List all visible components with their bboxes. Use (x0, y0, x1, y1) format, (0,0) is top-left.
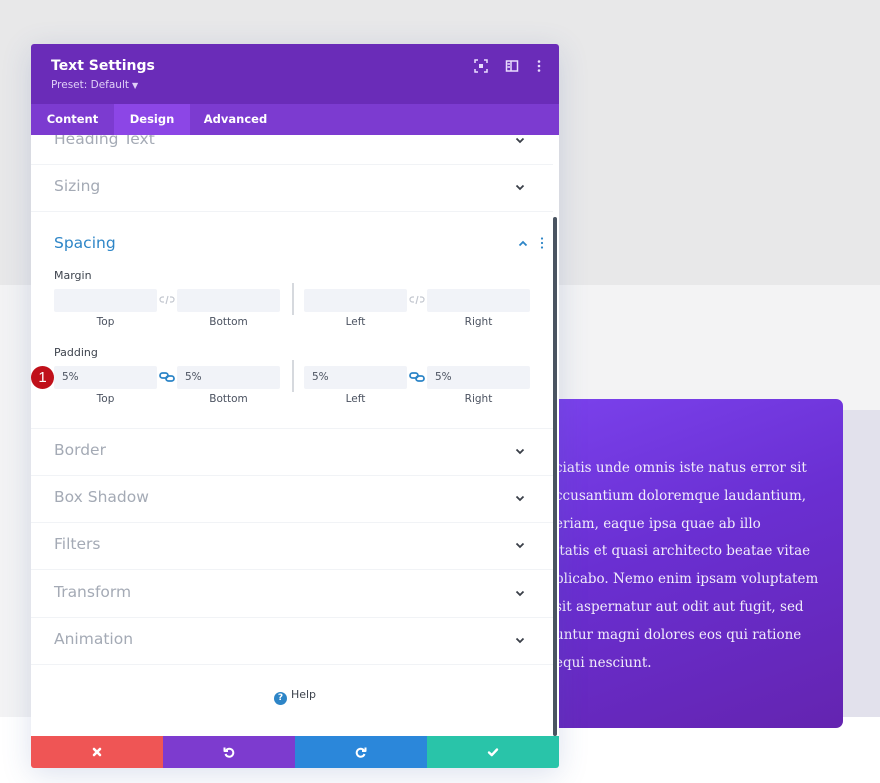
preview-line: ciatis unde omnis iste natus error sit (555, 460, 807, 476)
padding-left-input[interactable] (304, 366, 407, 389)
section-transform[interactable]: Transform (31, 571, 553, 618)
section-title: Sizing (54, 177, 101, 195)
settings-tabs: Content Design Advanced (31, 104, 559, 135)
preset-label: Preset: Default (51, 79, 129, 91)
chevron-up-icon[interactable] (518, 239, 528, 249)
padding-label: Padding (54, 346, 98, 359)
chevron-down-icon (515, 588, 525, 598)
unlinked-icon[interactable] (159, 294, 175, 306)
padding-bottom-label: Bottom (209, 393, 248, 405)
modal-title: Text Settings (51, 58, 155, 74)
margin-bottom-input[interactable] (177, 289, 280, 312)
annotation-badge: 1 (31, 366, 54, 389)
focus-icon[interactable] (474, 59, 488, 73)
preview-text: ciatis unde omnis iste natus error sit c… (555, 455, 855, 677)
modal-footer (31, 736, 559, 768)
section-box-shadow[interactable]: Box Shadow (31, 476, 553, 523)
tab-design[interactable]: Design (114, 104, 190, 135)
spacing-section-title[interactable]: Spacing (54, 234, 116, 252)
help-icon: ? (273, 692, 287, 705)
cancel-button[interactable] (31, 736, 163, 768)
padding-bottom-input[interactable] (177, 366, 280, 389)
padding-left-label: Left (345, 393, 366, 405)
text-settings-modal: Text Settings Preset: Default▼ Content (31, 44, 559, 768)
margin-top-input[interactable] (54, 289, 157, 312)
more-options-icon[interactable] (532, 59, 546, 73)
section-animation[interactable]: Animation (31, 618, 553, 665)
chevron-down-icon (515, 135, 525, 145)
preset-selector[interactable]: Preset: Default ▼ (51, 79, 138, 91)
modal-header[interactable]: Text Settings Preset: Default ▼ (31, 44, 559, 104)
section-border[interactable]: Border (31, 429, 553, 476)
section-title: Border (54, 441, 106, 459)
help-label: Help (290, 688, 317, 701)
preview-line: plicabo. Nemo enim ipsam voluptatem (555, 571, 819, 588)
settings-content: Heading Text Sizing Spacing Margin Top B… (31, 135, 559, 736)
section-title: Filters (54, 535, 101, 553)
margin-label: Margin (54, 269, 92, 282)
chevron-down-icon (515, 446, 525, 456)
padding-right-input[interactable] (427, 366, 530, 389)
preview-line: sit aspernatur aut odit aut fugit, sed (555, 598, 804, 615)
linked-icon[interactable] (409, 371, 425, 383)
caret-down-icon: ▼ (131, 81, 139, 90)
margin-right-label: Right (464, 316, 493, 328)
margin-left-label: Left (345, 316, 366, 328)
padding-top-label: Top (96, 393, 115, 405)
section-heading-text[interactable]: Heading Text (31, 135, 553, 165)
chevron-down-icon (515, 493, 525, 503)
chevron-down-icon (515, 182, 525, 192)
scrollbar[interactable] (553, 217, 557, 736)
divider (292, 360, 294, 392)
section-filters[interactable]: Filters (31, 523, 553, 570)
section-options-icon[interactable] (540, 237, 544, 249)
tab-advanced[interactable]: Advanced (190, 104, 281, 135)
section-sizing[interactable]: Sizing (31, 165, 553, 212)
save-button[interactable] (427, 736, 559, 768)
check-icon (487, 746, 499, 758)
preview-line: eriam, eaque ipsa quae ab illo (555, 515, 761, 532)
chevron-down-icon (515, 635, 525, 645)
section-title: Heading Text (54, 135, 155, 148)
redo-button[interactable] (295, 736, 427, 768)
tab-content[interactable]: Content (31, 104, 114, 135)
padding-top-input[interactable] (54, 366, 157, 389)
split-view-icon[interactable] (505, 59, 519, 73)
margin-right-input[interactable] (427, 289, 530, 312)
chevron-down-icon (515, 540, 525, 550)
divider (292, 283, 294, 315)
linked-icon[interactable] (159, 371, 175, 383)
preview-line: equi nesciunt. (555, 654, 652, 671)
margin-left-input[interactable] (304, 289, 407, 312)
redo-icon (355, 746, 367, 758)
preview-line: itatis et quasi architecto beatae vitae (555, 543, 811, 560)
margin-top-label: Top (96, 316, 115, 328)
preview-line: untur magni dolores eos qui ratione (555, 626, 802, 643)
close-icon (91, 746, 103, 758)
section-title: Transform (54, 583, 132, 601)
preview-line: ccusantium doloremque laudantium, (555, 487, 807, 504)
help-link[interactable]: ? Help (31, 688, 559, 705)
padding-right-label: Right (464, 393, 493, 405)
undo-button[interactable] (163, 736, 295, 768)
section-title: Box Shadow (54, 488, 149, 506)
unlinked-icon[interactable] (409, 294, 425, 306)
section-title: Animation (54, 630, 134, 648)
undo-icon (223, 746, 235, 758)
margin-bottom-label: Bottom (209, 316, 248, 328)
